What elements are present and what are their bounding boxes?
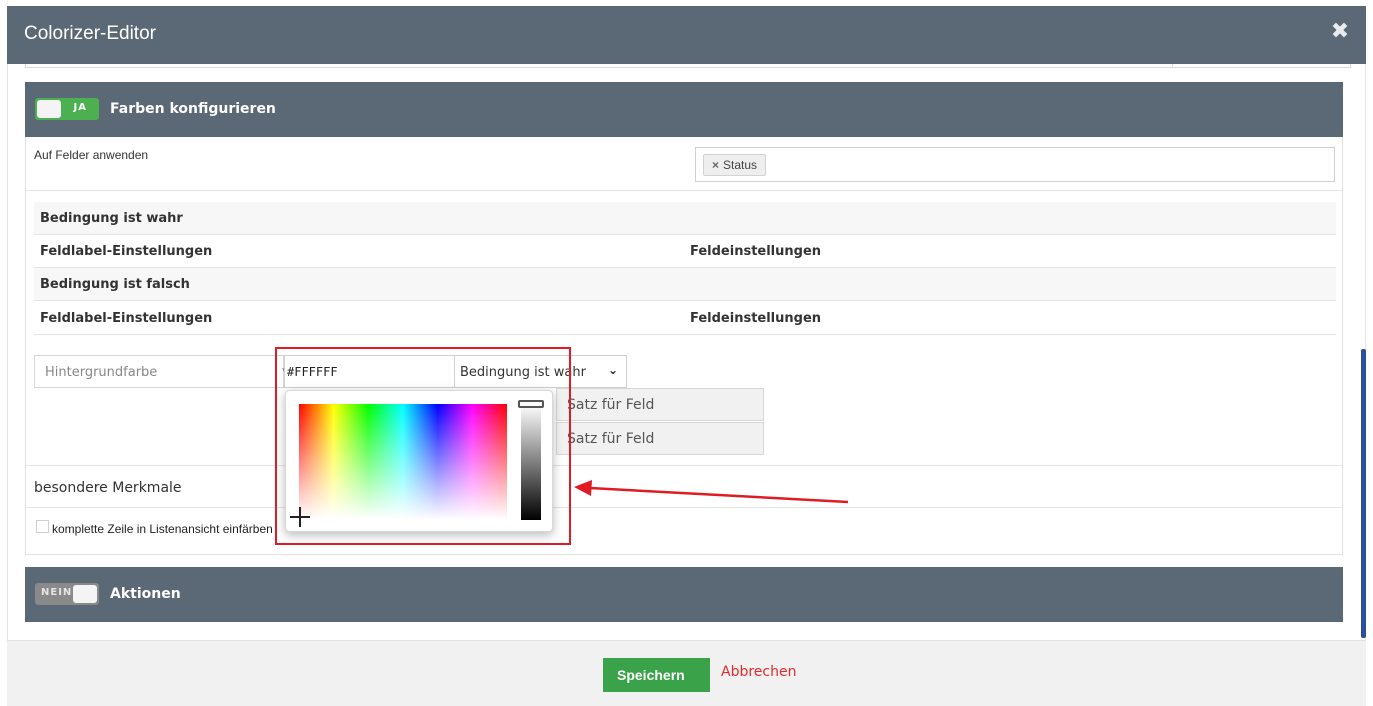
color-config-area: Hintergrundfarbe ▼ #FFFFFF Bedingung ist… [26,345,1342,466]
full-row-checkbox[interactable] [36,520,49,533]
true-label-settings: Feldlabel-Einstellungen [40,244,213,259]
scrollbar-thumb[interactable] [1361,349,1366,638]
annotation-highlight-box [275,347,571,545]
apply-fields-row: Auf Felder anwenden × Status [26,137,1342,191]
true-field-settings: Feldeinstellungen [690,244,822,259]
set-for-field-label: Satz für Feld [567,431,655,447]
colors-panel-header: JA Farben konfigurieren [25,82,1343,137]
set-for-field-button-1[interactable]: Satz für Feld [556,388,764,421]
colors-toggle[interactable]: JA [35,98,99,120]
full-row-check-row: komplette Zeile in Listenansicht einfärb… [26,508,1342,554]
condition-false-label: Bedingung ist falsch [40,277,190,292]
toggle-knob [73,585,97,603]
save-button-label: Speichern [617,667,685,683]
toggle-label: JA [73,102,87,113]
condition-false-row: Bedingung ist falsch [34,268,1336,301]
actions-panel-title: Aktionen [110,586,181,602]
special-features-label: besondere Merkmale [34,480,182,496]
full-row-checkbox-label: komplette Zeile in Listenansicht einfärb… [52,522,273,536]
colors-panel-content: Auf Felder anwenden × Status Bedingung is… [25,137,1343,555]
cancel-link[interactable]: Abbrechen [721,664,796,680]
fields-multiselect[interactable]: × Status [695,147,1335,182]
dialog-titlebar: Colorizer-Editor ✖ [7,6,1366,64]
true-settings-row: Feldlabel-Einstellungen Feldeinstellunge… [34,235,1336,268]
false-field-settings: Feldeinstellungen [690,311,822,326]
close-icon[interactable]: ✖ [1328,20,1352,44]
field-tag-label: Status [723,158,758,172]
property-select[interactable]: Hintergrundfarbe ▼ [34,355,289,388]
special-features-row: besondere Merkmale [26,466,1342,508]
set-for-field-label: Satz für Feld [567,397,655,413]
apply-fields-label: Auf Felder anwenden [34,148,149,162]
false-settings-row: Feldlabel-Einstellungen Feldeinstellunge… [34,302,1336,335]
condition-true-row: Bedingung ist wahr [34,202,1336,235]
actions-toggle[interactable]: NEIN [35,583,99,605]
dialog-title: Colorizer-Editor [24,23,156,44]
tag-remove-icon[interactable]: × [712,158,719,172]
colors-panel-title: Farben konfigurieren [110,101,276,117]
chevron-down-icon: ⌄ [607,363,618,377]
toggle-knob [37,100,61,118]
previous-section-edge [25,64,1351,68]
actions-panel-header: NEIN Aktionen [25,567,1343,622]
save-button[interactable]: Speichern [603,658,710,692]
dialog-footer: Speichern Abbrechen [7,640,1366,706]
toggle-label: NEIN [41,587,73,598]
condition-true-label: Bedingung ist wahr [40,211,183,226]
field-tag: × Status [703,154,767,176]
set-for-field-button-2[interactable]: Satz für Feld [556,422,764,455]
property-select-value: Hintergrundfarbe [45,365,158,380]
false-label-settings: Feldlabel-Einstellungen [40,311,213,326]
